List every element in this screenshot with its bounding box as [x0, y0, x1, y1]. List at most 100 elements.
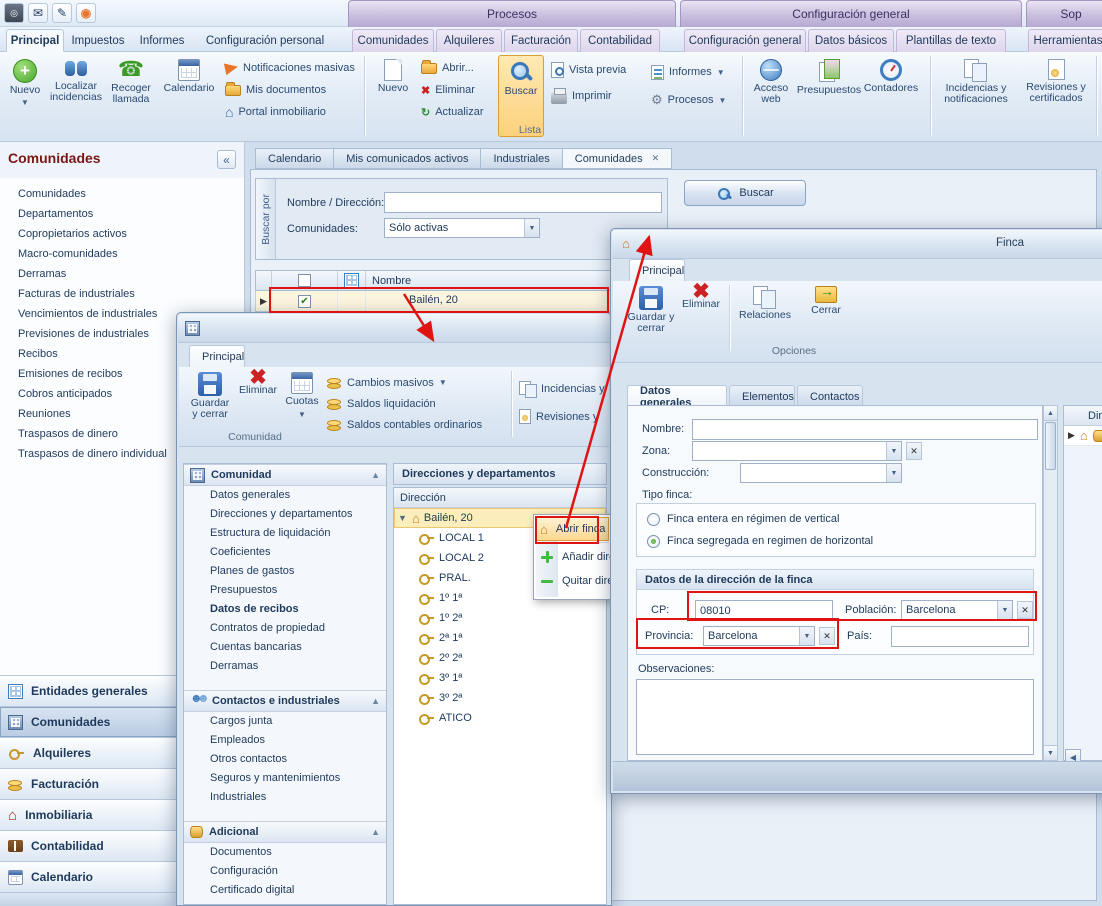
menu-item-quitar-direccion[interactable]: Quitar direcció	[536, 569, 609, 593]
dropdown-caret-icon[interactable]: ▼	[997, 601, 1012, 619]
poblacion-clear-button[interactable]: ✕	[1017, 601, 1033, 619]
acceso-web-button[interactable]: Acceso web	[748, 55, 794, 137]
nav-seguros-y-mantenimientos[interactable]: Seguros y mantenimientos	[184, 769, 386, 788]
sidebar-item-facturas-de-industriales[interactable]: Facturas de industriales	[0, 284, 244, 304]
nuevo-lista-button[interactable]: Nuevo	[372, 55, 414, 137]
nombre-input[interactable]	[692, 419, 1038, 440]
nav-certificado-digital[interactable]: Certificado digital	[184, 881, 386, 900]
cp-input[interactable]	[695, 600, 833, 621]
chevron-up-icon[interactable]: ▲	[371, 470, 380, 480]
contadores-button[interactable]: Contadores	[862, 55, 920, 137]
eliminar-comunidad-button[interactable]: ✖ Eliminar	[237, 369, 279, 396]
incidencias-button[interactable]: Incidencias y	[519, 379, 611, 398]
portal-inmobiliario-button[interactable]: ⌂ Portal inmobiliario	[222, 102, 358, 122]
sidebar-item-macro-comunidades[interactable]: Macro-comunidades	[0, 244, 244, 264]
search-submit-button[interactable]: Buscar	[684, 180, 806, 206]
revisiones-button[interactable]: Revisiones y	[519, 407, 611, 426]
finca-dialog-titlebar[interactable]: ⌂ Finca	[612, 230, 1102, 259]
scroll-up-icon[interactable]: ▲	[1044, 406, 1057, 421]
comunidades-filter-select[interactable]: Sólo activas ▼	[384, 218, 540, 238]
comunidad-tab-principal[interactable]: Principal	[189, 345, 245, 367]
nav-empleados[interactable]: Empleados	[184, 731, 386, 750]
actualizar-button[interactable]: ↻ Actualizar	[418, 102, 498, 122]
mail-icon[interactable]: ✉	[28, 3, 48, 23]
radio-finca-horizontal[interactable]	[647, 535, 660, 548]
ribbon-tab-plantillas-de-texto[interactable]: Plantillas de texto	[896, 29, 1006, 52]
cambios-masivos-button[interactable]: Cambios masivos ▼	[327, 373, 447, 392]
nuevo-button[interactable]: + Nuevo ▼	[4, 55, 46, 137]
tree-item-2-1[interactable]: 2ª 1ª	[394, 628, 606, 648]
observaciones-textarea[interactable]	[636, 679, 1034, 755]
ribbon-tab-informes[interactable]: Informes	[132, 29, 192, 52]
ribbon-tab-datos-basicos[interactable]: Datos básicos	[808, 29, 894, 52]
comunidad-dialog-titlebar[interactable]	[178, 314, 610, 343]
doc-tab-industriales[interactable]: Industriales	[480, 148, 561, 169]
icon-column-header[interactable]	[338, 271, 366, 290]
menu-item-abrir-finca[interactable]: ⌂ Abrir finca	[536, 517, 609, 541]
ribbon-tab-contabilidad[interactable]: Contabilidad	[580, 29, 660, 52]
sidebar-item-derramas[interactable]: Derramas	[0, 264, 244, 284]
sidebar-item-departamentos[interactable]: Departamentos	[0, 204, 244, 224]
cuotas-button[interactable]: Cuotas ▼	[281, 369, 323, 420]
saldos-liquidacion-button[interactable]: Saldos liquidación	[327, 394, 436, 413]
mis-documentos-button[interactable]: Mis documentos	[222, 80, 358, 100]
notificaciones-masivas-button[interactable]: Notificaciones masivas	[222, 58, 358, 78]
doc-tab-calendario[interactable]: Calendario	[255, 148, 333, 169]
nav-contratos-de-propiedad[interactable]: Contratos de propiedad	[184, 619, 386, 638]
calendario-button[interactable]: Calendario	[160, 55, 218, 137]
construccion-select[interactable]: ▼	[740, 463, 902, 483]
nav-planes-de-gastos[interactable]: Planes de gastos	[184, 562, 386, 581]
nav-coeficientes[interactable]: Coeficientes	[184, 543, 386, 562]
chevron-up-icon[interactable]: ▲	[371, 827, 380, 837]
abrir-button[interactable]: Abrir...	[418, 58, 494, 78]
tree-item-atico[interactable]: ATICO	[394, 708, 606, 728]
tree-column-header[interactable]: Dirección	[394, 488, 606, 508]
procesos-button[interactable]: ⚙ Procesos ▼	[648, 90, 732, 110]
compose-icon[interactable]: ✎	[52, 3, 72, 23]
imprimir-button[interactable]: Imprimir	[548, 86, 634, 106]
ribbon-tab-configuracion-general[interactable]: Configuración general	[684, 29, 806, 52]
section-adicional[interactable]: Adicional ▲	[184, 821, 386, 843]
provincia-select[interactable]: Barcelona ▼	[703, 626, 815, 646]
scroll-down-icon[interactable]: ▼	[1044, 745, 1057, 760]
presupuestos-button[interactable]: Presupuestos	[800, 55, 858, 137]
ribbon-tab-alquileres[interactable]: Alquileres	[436, 29, 502, 52]
nav-configuracion[interactable]: Configuración	[184, 862, 386, 881]
nav-derramas[interactable]: Derramas	[184, 657, 386, 676]
finca-tab-datos-generales[interactable]: Datos generales	[627, 385, 727, 407]
nav-direcciones-y-departamentos[interactable]: Direcciones y departamentos	[184, 505, 386, 524]
finca-tab-contactos[interactable]: Contactos	[797, 385, 863, 407]
saldos-contables-button[interactable]: Saldos contables ordinarios	[327, 415, 482, 434]
provincia-clear-button[interactable]: ✕	[819, 627, 835, 645]
nav-estructura-de-liquidacion[interactable]: Estructura de liquidación	[184, 524, 386, 543]
tree-item-3-2[interactable]: 3º 2ª	[394, 688, 606, 708]
cerrar-button[interactable]: Cerrar	[803, 283, 849, 316]
finca-tab-principal[interactable]: Principal	[629, 259, 685, 281]
side-panel-header[interactable]: Direcc	[1064, 406, 1102, 426]
nombre-direccion-input[interactable]	[384, 192, 662, 213]
section-contactos-e-industriales[interactable]: Contactos e industriales ▲	[184, 690, 386, 712]
side-panel-row[interactable]: ▶ ⌂	[1064, 426, 1102, 446]
nav-industriales[interactable]: Industriales	[184, 788, 386, 807]
nav-cuentas-bancarias[interactable]: Cuentas bancarias	[184, 638, 386, 657]
nav-presupuestos[interactable]: Presupuestos	[184, 581, 386, 600]
finca-guardar-y-cerrar-button[interactable]: Guardar y cerrar	[627, 283, 675, 334]
sidebar-collapse-button[interactable]: «	[217, 150, 236, 169]
nav-documentos[interactable]: Documentos	[184, 843, 386, 862]
nav-datos-de-recibos[interactable]: Datos de recibos	[184, 600, 386, 619]
radio-finca-vertical[interactable]	[647, 513, 660, 526]
collapse-caret-icon[interactable]: ▼	[398, 513, 408, 523]
poblacion-select[interactable]: Barcelona ▼	[901, 600, 1013, 620]
tree-item-1-2[interactable]: 1º 2ª	[394, 608, 606, 628]
ribbon-tab-impuestos[interactable]: Impuestos	[66, 29, 130, 52]
feed-icon[interactable]: ◉	[76, 3, 96, 23]
section-comunidad[interactable]: Comunidad ▲	[184, 464, 386, 486]
tree-item-2-2[interactable]: 2º 2ª	[394, 648, 606, 668]
sidebar-item-comunidades[interactable]: Comunidades	[0, 184, 244, 204]
ribbon-tab-configuracion-personal[interactable]: Configuración personal	[194, 29, 336, 52]
zona-clear-button[interactable]: ✕	[906, 442, 922, 460]
nav-datos-generales[interactable]: Datos generales	[184, 486, 386, 505]
vista-previa-button[interactable]: Vista previa	[548, 60, 634, 80]
relaciones-button[interactable]: Relaciones	[737, 283, 793, 321]
incidencias-notificaciones-button[interactable]: Incidencias y notificaciones	[936, 55, 1016, 137]
